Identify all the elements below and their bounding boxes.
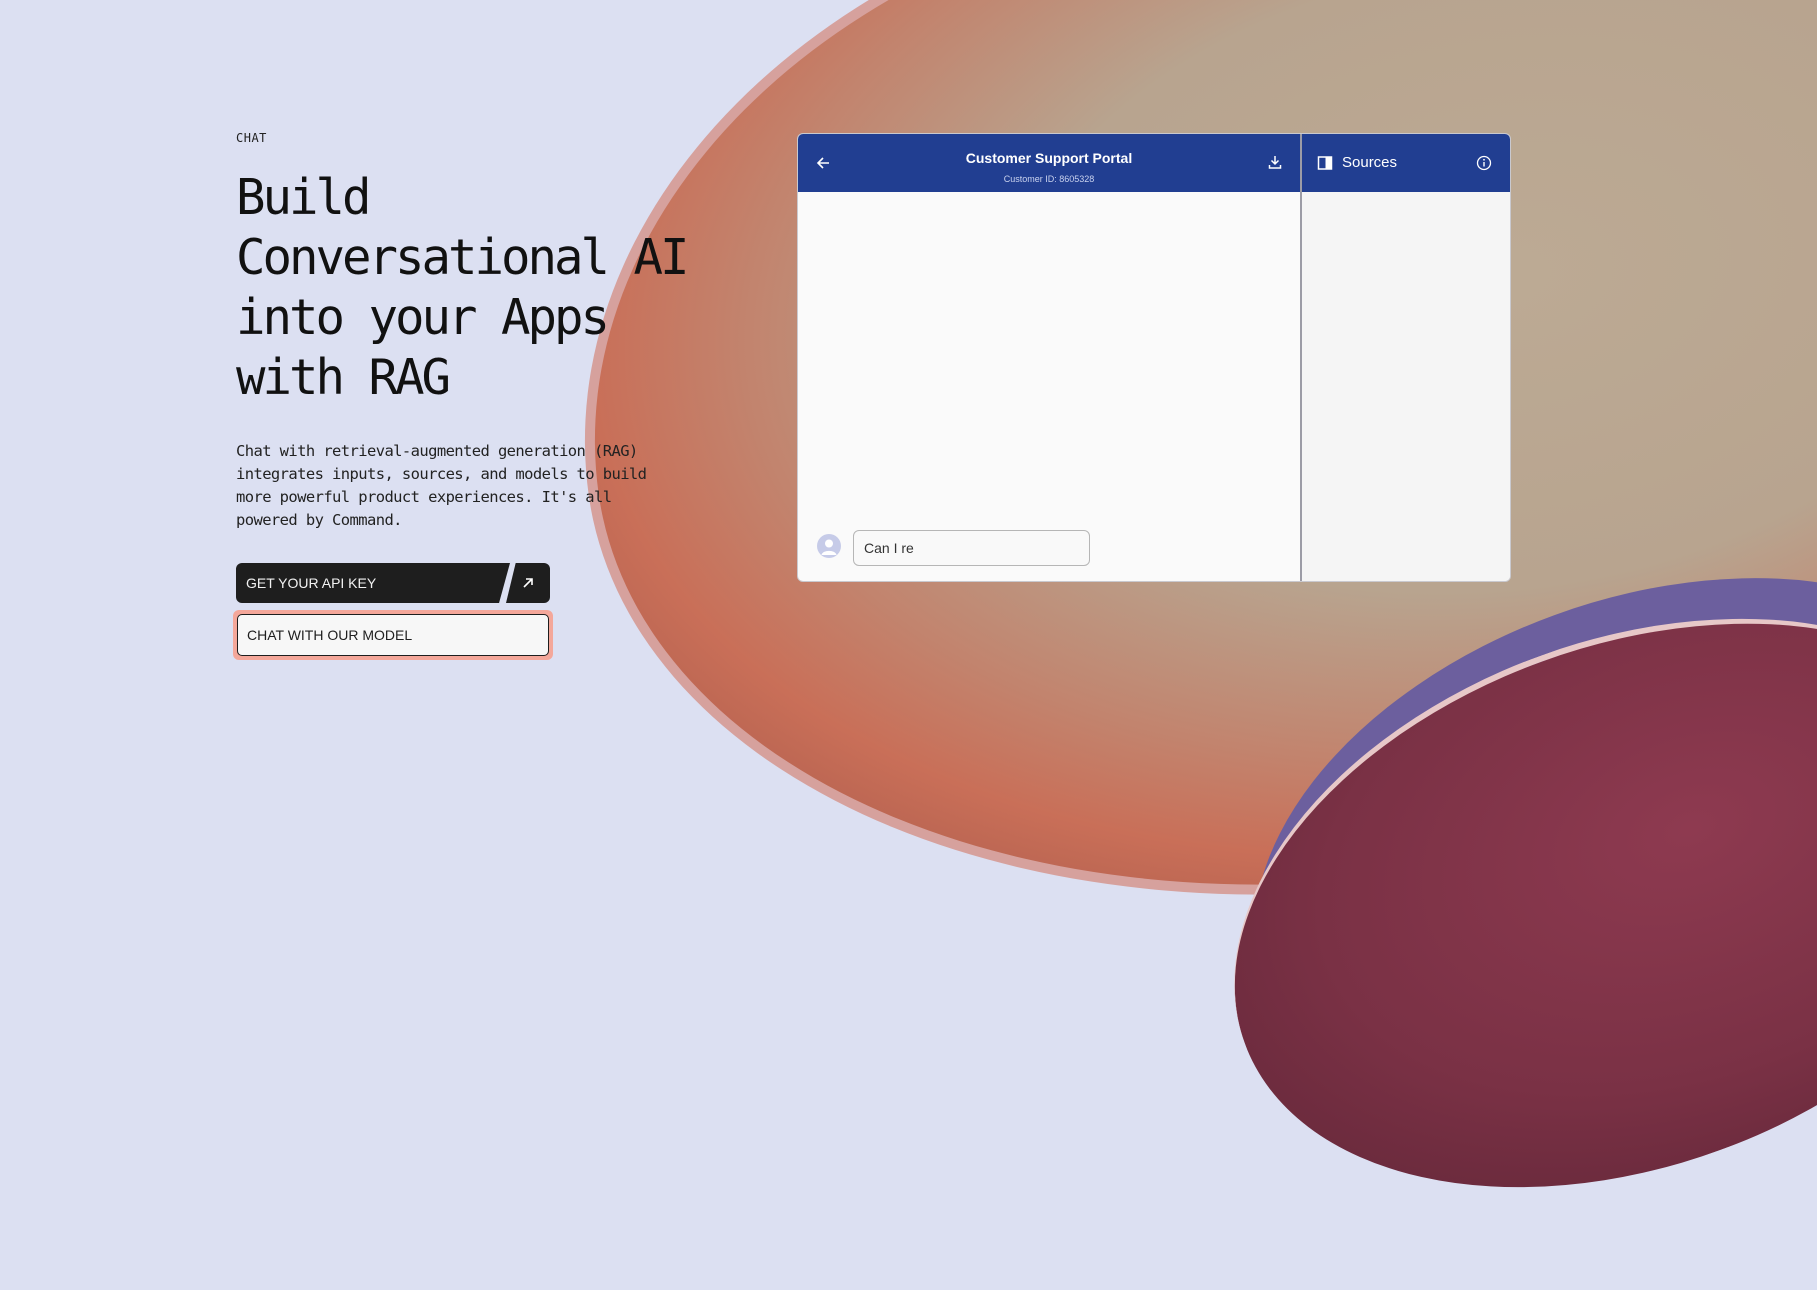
headline-line: into your Apps [236, 289, 610, 346]
arrow-up-right-icon[interactable] [506, 563, 550, 603]
user-avatar-icon [817, 534, 841, 558]
sidebar-panel-icon[interactable] [1316, 154, 1334, 172]
sources-pane: Sources [1302, 134, 1510, 581]
chat-button-focus-ring: CHAT WITH OUR MODEL [233, 610, 553, 660]
info-icon[interactable] [1474, 153, 1494, 173]
chat-header: Customer Support Portal Customer ID: 860… [798, 134, 1300, 192]
chat-message-input[interactable] [853, 530, 1090, 566]
customer-id: Customer ID: 8605328 [1003, 174, 1095, 184]
get-api-key-button[interactable]: GET YOUR API KEY [236, 563, 510, 603]
portal-title: Customer Support Portal [965, 150, 1133, 166]
sources-header: Sources [1302, 134, 1510, 192]
hero-headline: Build Conversational AI into your Apps w… [236, 168, 706, 408]
headline-line: Build [236, 169, 372, 226]
sources-label: Sources [1342, 154, 1398, 171]
chat-with-model-button[interactable]: CHAT WITH OUR MODEL [237, 614, 549, 656]
section-eyebrow: CHAT [236, 131, 267, 145]
headline-line: with RAG [236, 349, 451, 406]
headline-line: Conversational AI [236, 229, 690, 286]
chat-pane: Customer Support Portal Customer ID: 860… [798, 134, 1300, 581]
chat-demo-window: Customer Support Portal Customer ID: 860… [797, 133, 1511, 582]
hero-description: Chat with retrieval-augmented generation… [236, 442, 647, 529]
download-icon[interactable] [1264, 151, 1286, 173]
